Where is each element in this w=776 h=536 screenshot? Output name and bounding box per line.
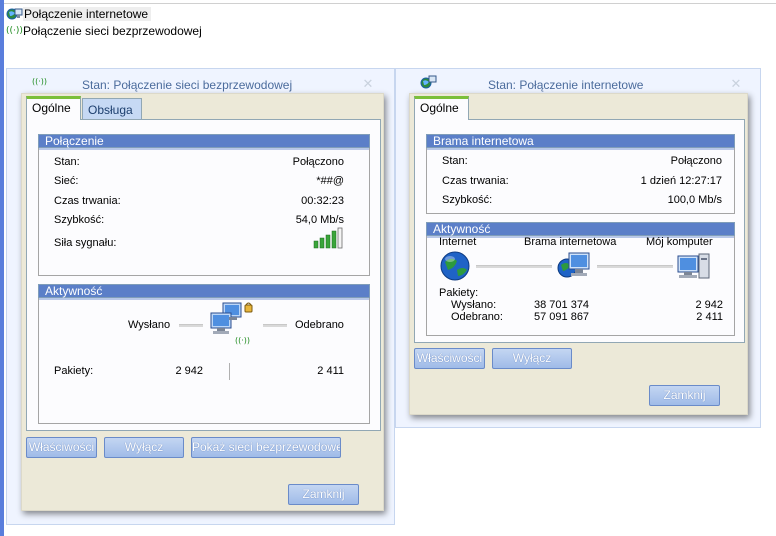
window-title-bar[interactable]: ((·)) Stan: Połączenie sieci bezprzewodo… [7, 75, 394, 93]
status-label: Stan: [54, 156, 80, 168]
dialog-body: Ogólne Brama internetowa Stan: Połączono… [409, 93, 748, 415]
gateway-sent: 38 701 374 [534, 299, 590, 311]
status-value: Połączono [670, 155, 722, 167]
packets-label: Pakiety: [54, 365, 94, 377]
connection-item-wireless[interactable]: ((·)) Połączenie sieci bezprzewodowej [6, 22, 202, 39]
show-networks-button[interactable]: Pokaż sieci bezprzewodowe [191, 437, 341, 458]
node-label-computer: Mój komputer [646, 236, 713, 248]
packets-divider [229, 363, 230, 380]
dialog-body: Ogólne Obsługa Połączenie Stan: Połączon… [21, 93, 384, 511]
computer-received: 2 411 [696, 311, 723, 323]
network-globe-icon [420, 75, 437, 89]
received-label: Odebrano: [451, 311, 503, 323]
top-divider [4, 3, 776, 4]
window-edge [0, 0, 4, 536]
tab-general[interactable]: Ogólne [414, 96, 469, 120]
speed-label: Szybkość: [442, 194, 493, 206]
packets-label: Pakiety: [439, 287, 479, 299]
sent-label: Wysłano [128, 319, 171, 331]
connection-group: Połączenie Stan: Połączono Sieć: *##@ Cz… [38, 134, 370, 276]
connection-list: Połączenie internetowe ((·)) Połączenie … [6, 5, 202, 39]
gateway-group: Brama internetowa Stan: Połączono Czas t… [426, 134, 735, 214]
duration-label: Czas trwania: [442, 175, 509, 187]
sent-label: Wysłano: [451, 299, 497, 311]
tab-support[interactable]: Obsługa [82, 98, 142, 120]
connection-label: Połączenie internetowe [23, 6, 152, 21]
duration-label: Czas trwania: [54, 195, 121, 207]
globe-icon [440, 251, 470, 281]
wireless-status-window: ((·)) Stan: Połączenie sieci bezprzewodo… [6, 68, 395, 525]
network-label: Sieć: [54, 175, 79, 187]
my-computer-icon [677, 253, 710, 279]
svg-text:((·)): ((·)) [6, 26, 23, 36]
window-title: Stan: Połączenie internetowe [488, 78, 644, 92]
svg-text:((·)): ((·)) [32, 77, 47, 86]
tab-panel: Połączenie Stan: Połączono Sieć: *##@ Cz… [26, 119, 381, 431]
received-label: Odebrano [295, 319, 344, 331]
connection-item-internet[interactable]: Połączenie internetowe [6, 5, 202, 22]
close-icon[interactable]: ✕ [361, 77, 375, 91]
tab-panel: Brama internetowa Stan: Połączono Czas t… [414, 119, 745, 343]
packets-sent: 2 942 [175, 365, 203, 377]
network-computers-icon: ((·)) [210, 302, 253, 345]
activity-group: Aktywność Internet Brama internetowa Mój… [426, 222, 735, 336]
close-icon[interactable]: ✕ [729, 77, 743, 91]
disable-button[interactable]: Wyłącz [492, 348, 572, 369]
signal-label: Siła sygnału: [54, 237, 117, 249]
node-label-internet: Internet [439, 236, 477, 248]
disable-button[interactable]: Wyłącz [104, 437, 184, 458]
properties-button[interactable]: Właściwości [26, 437, 97, 458]
gateway-received: 57 091 867 [534, 311, 590, 323]
close-button[interactable]: Zamknij [649, 385, 720, 406]
wireless-icon: ((·)) [6, 26, 23, 36]
node-label-gateway: Brama internetowa [524, 236, 617, 248]
activity-group: Aktywność Wysłano ((·)) Odebrano Pakiety… [38, 284, 370, 424]
speed-label: Szybkość: [54, 214, 105, 226]
group-header: Aktywność [426, 222, 735, 238]
close-button[interactable]: Zamknij [288, 484, 359, 505]
internet-status-window: Stan: Połączenie internetowe ✕ Ogólne Br… [395, 68, 761, 428]
computer-sent: 2 942 [695, 299, 723, 311]
connection-label: Połączenie sieci bezprzewodowej [23, 23, 202, 38]
duration-value: 00:32:23 [301, 195, 344, 207]
network-globe-icon [6, 8, 23, 19]
group-header: Połączenie [38, 134, 370, 150]
duration-value: 1 dzień 12:27:17 [640, 175, 722, 187]
tab-general[interactable]: Ogólne [26, 96, 81, 120]
link-line [597, 265, 673, 268]
speed-value: 100,0 Mb/s [667, 194, 722, 206]
wireless-icon: ((·)) [32, 77, 47, 86]
svg-text:((·)): ((·)) [235, 336, 250, 345]
properties-button[interactable]: Właściwości [414, 348, 485, 369]
speed-value: 54,0 Mb/s [295, 214, 344, 226]
sent-line [179, 324, 203, 327]
network-value: *##@ [316, 175, 344, 187]
group-header: Brama internetowa [426, 134, 735, 150]
status-label: Stan: [442, 155, 468, 167]
link-line [476, 265, 552, 268]
signal-strength-icon [313, 227, 343, 249]
gateway-icon [557, 252, 590, 278]
status-value: Połączono [292, 156, 344, 168]
received-line [263, 324, 287, 327]
window-title-bar[interactable]: Stan: Połączenie internetowe ✕ [396, 75, 760, 93]
packets-received: 2 411 [317, 365, 344, 377]
window-title: Stan: Połączenie sieci bezprzewodowej [82, 78, 293, 92]
group-header: Aktywność [38, 284, 370, 300]
